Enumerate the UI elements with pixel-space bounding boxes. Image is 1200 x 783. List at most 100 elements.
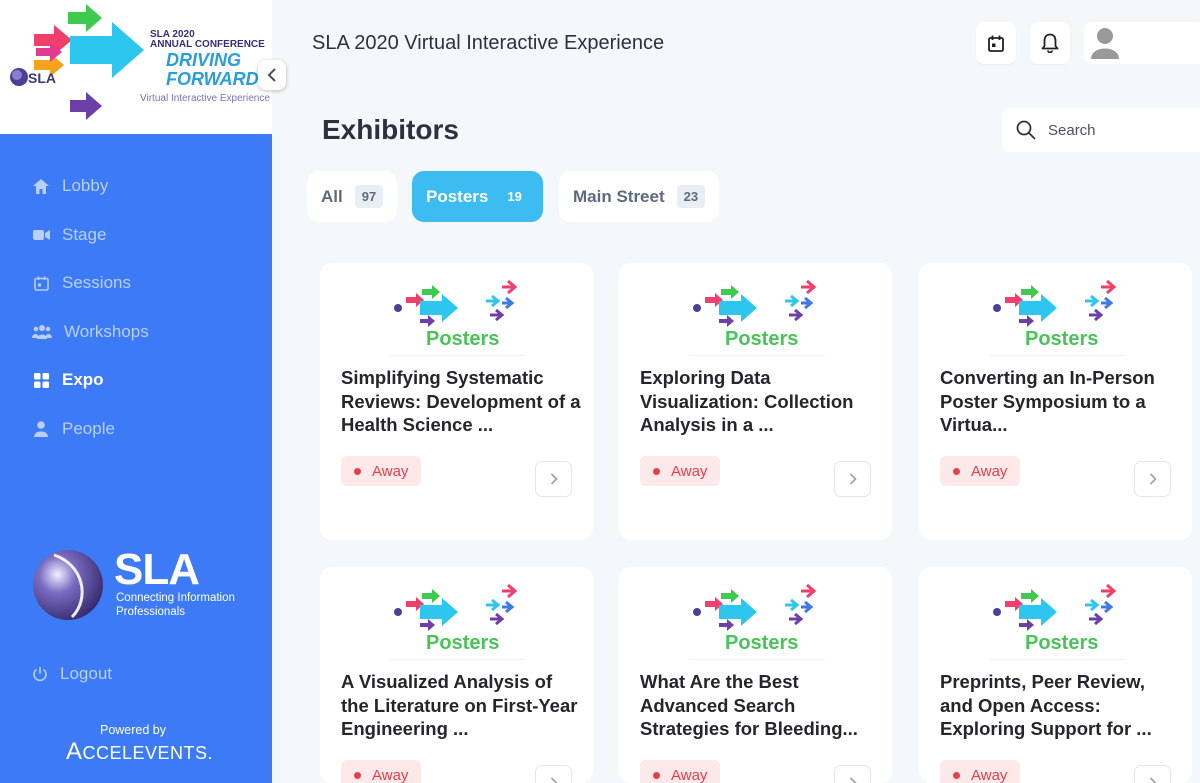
sla-brand-logo: SLA Connecting Information Professionals: [32, 545, 262, 625]
sidebar-item-stage[interactable]: Stage: [0, 211, 272, 260]
accelevents-initial: A: [66, 738, 83, 765]
sidebar-item-label: Sessions: [62, 273, 131, 293]
chevron-right-icon: [849, 777, 857, 783]
posters-thumbnail: Posters: [394, 279, 518, 350]
calendar-icon: [988, 35, 1004, 52]
exhibitor-title[interactable]: A Visualized Analysis of the Literature …: [341, 670, 581, 741]
status-dot: [953, 771, 960, 779]
sidebar-item-lobby[interactable]: Lobby: [0, 162, 272, 211]
page-title: Exhibitors: [322, 114, 459, 145]
group-icon: [32, 323, 52, 341]
sidebar-item-label: Workshops: [64, 321, 149, 341]
sla-tagline-line1: Connecting Information: [116, 592, 235, 604]
open-exhibitor-button[interactable]: [535, 461, 572, 497]
status-badge: Away: [640, 760, 721, 783]
sidebar-item-workshops[interactable]: Workshops: [0, 308, 272, 357]
status-badge: Away: [341, 760, 422, 783]
status-badge: Away: [640, 456, 721, 486]
video-icon: [32, 226, 50, 244]
powered-by-label: Powered by: [99, 723, 166, 737]
posters-thumbnail: Posters: [693, 583, 817, 654]
svg-text:Posters: Posters: [426, 632, 499, 654]
exhibitor-title[interactable]: What Are the Best Advanced Search Strate…: [640, 670, 880, 741]
logout-label: Logout: [60, 664, 112, 683]
power-icon: [32, 666, 48, 682]
open-exhibitor-button[interactable]: [834, 461, 871, 497]
calendar-icon: [32, 274, 50, 292]
sla-brand-name: SLA: [114, 545, 200, 594]
sla-globe-icon: [33, 550, 103, 620]
exhibitor-card[interactable]: Posters Exploring Data Visualization: Co…: [619, 263, 892, 540]
svg-text:Posters: Posters: [426, 328, 499, 350]
sidebar-item-sessions[interactable]: Sessions: [0, 259, 272, 308]
status-label: Away: [671, 462, 708, 480]
status-dot: [953, 467, 960, 475]
sla-brand-tagline: Connecting Information Professionals: [116, 591, 235, 619]
status-label: Away: [971, 462, 1008, 480]
svg-text:Virtual Interactive Experience: Virtual Interactive Experience: [140, 93, 270, 104]
card-divider: [989, 355, 1125, 356]
home-icon: [32, 177, 50, 195]
filter-tab-all[interactable]: All 97: [307, 171, 398, 222]
chevron-right-icon: [1149, 473, 1157, 485]
status-badge: Away: [940, 456, 1021, 486]
status-dot: [653, 467, 660, 475]
exhibitor-title[interactable]: Converting an In-Person Poster Symposium…: [940, 366, 1180, 437]
filter-count-badge: 23: [676, 185, 706, 208]
accelevents-logo[interactable]: ACCELEVENTS.: [66, 738, 213, 766]
exhibitor-card[interactable]: Posters What Are the Best Advanced Searc…: [619, 567, 892, 783]
status-badge: Away: [940, 760, 1021, 783]
chevron-right-icon: [1149, 777, 1157, 783]
sidebar-item-expo[interactable]: Expo: [0, 356, 272, 405]
exhibitor-card[interactable]: Posters Converting an In-Person Poster S…: [919, 263, 1192, 540]
exhibitor-card[interactable]: Posters Preprints, Peer Review, and Open…: [919, 567, 1192, 783]
bell-icon: [1041, 33, 1059, 53]
open-exhibitor-button[interactable]: [535, 765, 572, 783]
exhibitor-title[interactable]: Exploring Data Visualization: Collection…: [640, 366, 880, 437]
filter-tab-posters[interactable]: Posters 19: [412, 171, 543, 222]
sidebar-item-people[interactable]: People: [0, 405, 272, 454]
conference-logo-graphic: SLA SLA 2020 ANNUAL CONFERENCE DRIVING F…: [10, 4, 270, 120]
open-exhibitor-button[interactable]: [834, 765, 871, 783]
exhibitor-title[interactable]: Preprints, Peer Review, and Open Access:…: [940, 670, 1180, 741]
chevron-right-icon: [849, 473, 857, 485]
svg-text:Posters: Posters: [725, 328, 798, 350]
svg-text:DRIVING: DRIVING: [166, 50, 241, 70]
filter-label: Posters: [426, 186, 489, 206]
status-label: Away: [372, 766, 409, 783]
chevron-right-icon: [550, 777, 558, 783]
search-box[interactable]: [1002, 108, 1200, 152]
sidebar-item-label: Stage: [62, 224, 107, 244]
svg-text:FORWARD: FORWARD: [166, 69, 259, 89]
exhibitor-card[interactable]: Posters A Visualized Analysis of the Lit…: [320, 567, 593, 783]
exhibitor-card[interactable]: Posters Simplifying Systematic Reviews: …: [320, 263, 593, 540]
open-exhibitor-button[interactable]: [1134, 461, 1171, 497]
posters-thumbnail: Posters: [394, 583, 518, 654]
conference-logo[interactable]: SLA SLA 2020 ANNUAL CONFERENCE DRIVING F…: [0, 0, 272, 134]
open-exhibitor-button[interactable]: [1134, 765, 1171, 783]
svg-text:Posters: Posters: [725, 632, 798, 654]
posters-thumbnail: Posters: [993, 279, 1117, 350]
status-label: Away: [372, 462, 409, 480]
sidebar-item-label: Expo: [62, 370, 104, 390]
search-icon: [1016, 120, 1036, 140]
logout-button[interactable]: Logout: [32, 664, 112, 684]
posters-thumbnail: Posters: [693, 279, 817, 350]
svg-text:Posters: Posters: [1025, 328, 1098, 350]
sidebar: SLA SLA 2020 ANNUAL CONFERENCE DRIVING F…: [0, 0, 272, 783]
chevron-right-icon: [550, 473, 558, 485]
chevron-left-icon: [267, 68, 276, 82]
search-input[interactable]: [1048, 121, 1188, 139]
filter-label: Main Street: [573, 186, 665, 206]
filter-label: All: [321, 186, 343, 206]
filter-tab-main-street[interactable]: Main Street 23: [559, 171, 720, 222]
exhibitor-title[interactable]: Simplifying Systematic Reviews: Developm…: [341, 366, 581, 437]
collapse-sidebar-button[interactable]: [258, 60, 286, 90]
user-menu-button[interactable]: [1084, 22, 1200, 64]
status-label: Away: [671, 766, 708, 783]
notifications-button[interactable]: [1030, 22, 1070, 64]
card-divider: [390, 355, 526, 356]
status-dot: [354, 771, 361, 779]
calendar-button[interactable]: [976, 22, 1016, 64]
person-icon: [32, 420, 50, 438]
